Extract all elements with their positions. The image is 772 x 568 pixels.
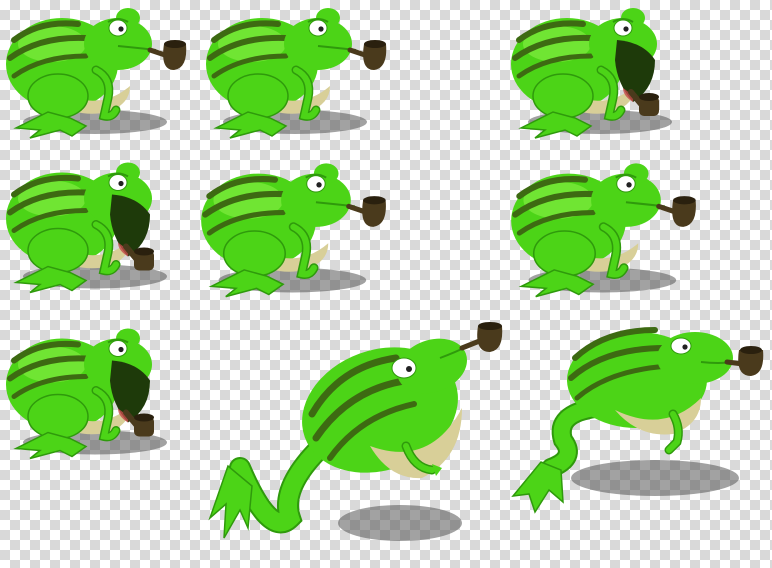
- frog-sprite-8: [208, 322, 503, 541]
- leaping-frog: [208, 322, 503, 541]
- sitting-frog-pipe-mouth: [206, 8, 387, 139]
- frog-sprite-7: [6, 328, 167, 460]
- landing-frog: [511, 327, 764, 514]
- sitting-frog-pipe-mouth: [6, 8, 187, 139]
- frog-sprite-9: [511, 327, 764, 514]
- sitting-frog-pipe-mouth: [511, 163, 696, 298]
- frog-sprite-5: [201, 163, 386, 298]
- frog-sprite-6: [511, 163, 696, 298]
- sitting-frog-mouth-open: [6, 162, 167, 294]
- sitting-frog-pipe-mouth: [201, 163, 386, 298]
- frog-sprite-3: [511, 8, 672, 139]
- sitting-frog-mouth-open: [511, 8, 672, 139]
- frog-sprite-1: [6, 8, 187, 139]
- sitting-frog-mouth-open: [6, 328, 167, 460]
- frog-sprite-4: [6, 162, 167, 294]
- sprite-sheet-canvas: [0, 0, 772, 568]
- frog-sprite-2: [206, 8, 387, 139]
